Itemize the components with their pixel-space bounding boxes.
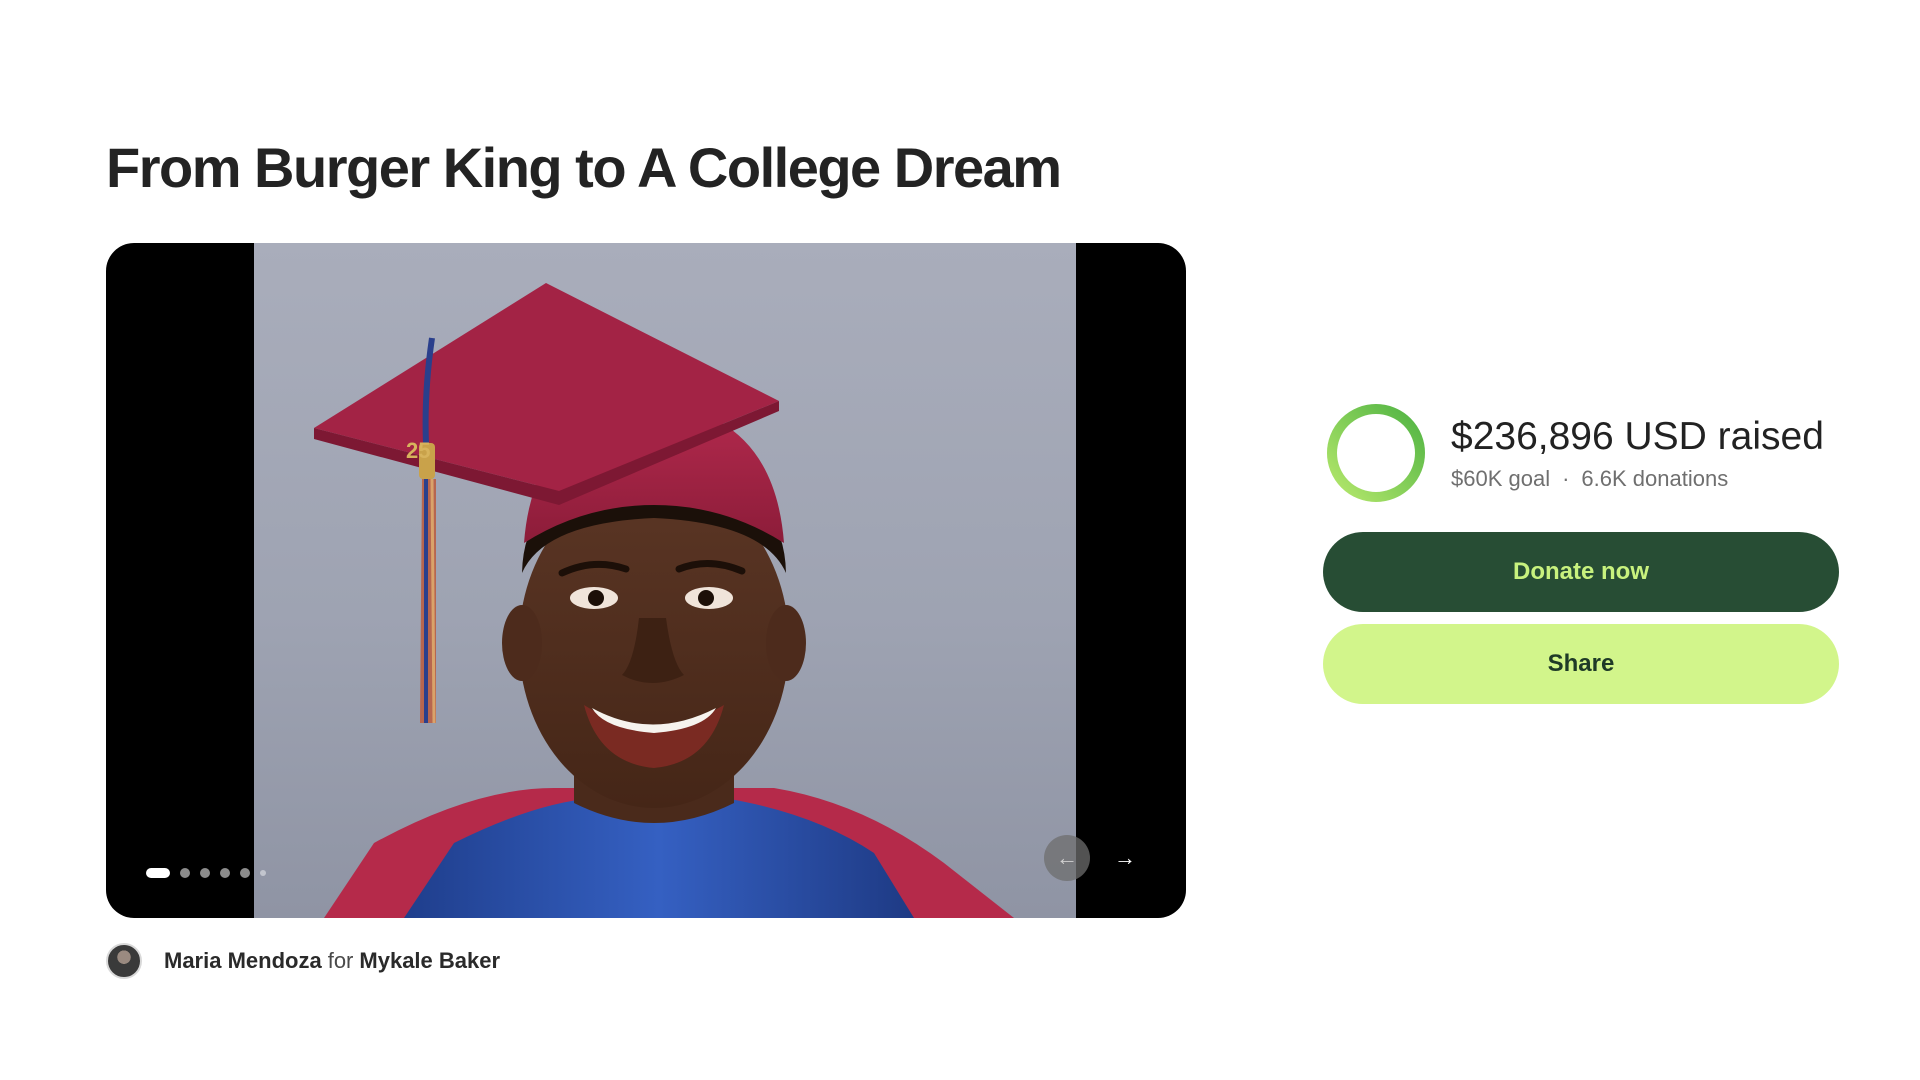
goal-and-donations: $60K goal · 6.6K donations [1451,466,1824,492]
graduate-portrait-image: 25 [314,283,1014,918]
carousel-prev-button[interactable]: ← [1044,835,1090,881]
share-button[interactable]: Share [1323,624,1839,704]
progress-summary: $236,896 USD raised $60K goal · 6.6K donat… [1323,400,1839,506]
progress-ring-fill [1327,404,1425,502]
carousel-dot[interactable] [180,868,190,878]
svg-text:25: 25 [406,438,430,463]
donation-count[interactable]: 6.6K donations [1581,466,1728,491]
progress-ring [1327,404,1425,502]
avatar[interactable] [106,943,142,979]
campaign-photo: 25 [254,243,1076,918]
carousel-indicators [146,868,266,878]
carousel-dot-active[interactable] [146,868,170,878]
organizer-line: Maria Mendoza for Mykale Baker [106,943,500,979]
carousel-dot[interactable] [240,868,250,878]
organizer-name[interactable]: Maria Mendoza [164,948,322,973]
page-title: From Burger King to A College Dream [106,136,1062,199]
media-carousel[interactable]: 25 [106,243,1186,918]
goal-amount: $60K goal [1451,466,1551,491]
carousel-dot[interactable] [200,868,210,878]
carousel-dot[interactable] [220,868,230,878]
arrow-right-icon: → [1114,845,1136,870]
carousel-dot[interactable] [260,870,266,876]
donate-now-button[interactable]: Donate now [1323,532,1839,612]
beneficiary-name[interactable]: Mykale Baker [359,948,500,973]
meta-separator: · [1562,466,1570,491]
donation-sidebar: $236,896 USD raised $60K goal · 6.6K donat… [1323,400,1839,704]
carousel-next-button[interactable]: → [1102,835,1148,881]
arrow-left-icon: ← [1056,845,1078,870]
organizer-connector: for [327,948,354,973]
amount-raised: $236,896 USD raised [1451,415,1824,458]
fundraiser-page: From Burger King to A College Dream 25 ←… [0,0,1920,1080]
